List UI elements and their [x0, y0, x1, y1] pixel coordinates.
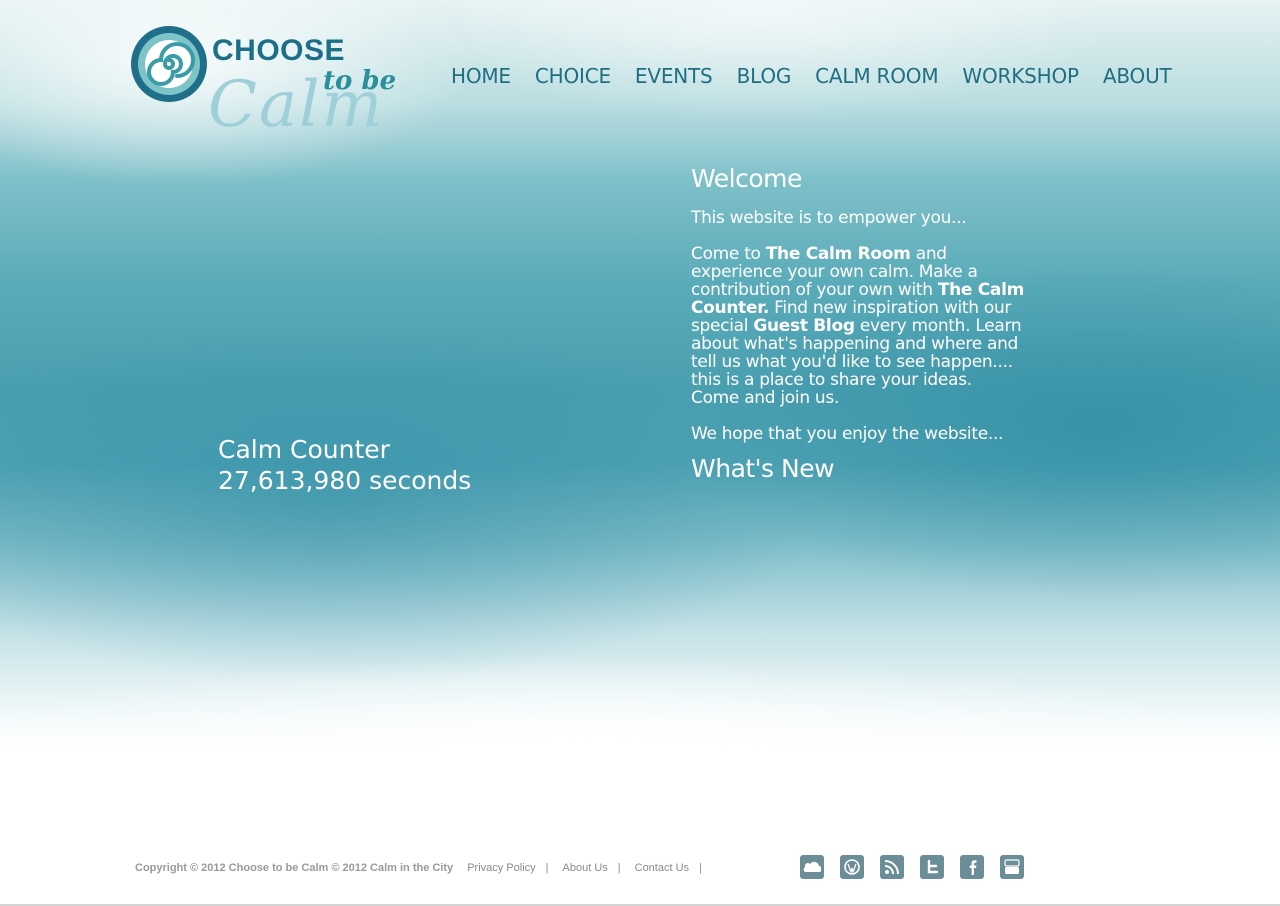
calm-counter-title: Calm Counter [218, 435, 390, 464]
footer-about-link[interactable]: About Us [563, 862, 608, 874]
soundcloud-icon[interactable] [800, 855, 824, 879]
nav-choice[interactable]: CHOICE [535, 64, 611, 88]
nav-home[interactable]: HOME [451, 64, 511, 88]
social-icons [800, 855, 1024, 879]
logo-text-choose: CHOOSE [212, 34, 346, 67]
footer-contact-link[interactable]: Contact Us [635, 862, 689, 874]
welcome-text: Come to [691, 244, 766, 264]
youtube-icon[interactable] [1000, 855, 1024, 879]
footer-separator: | [617, 862, 621, 874]
whats-new-heading: What's New [691, 454, 835, 483]
footer-privacy-link[interactable]: Privacy Policy [467, 862, 535, 874]
welcome-section: Welcome This website is to empower you..… [691, 163, 1041, 485]
calm-room-link[interactable]: The Calm Room [766, 244, 911, 264]
welcome-intro: This website is to empower you... [691, 208, 967, 228]
welcome-join: Come and join us. [691, 388, 840, 408]
nav-about[interactable]: ABOUT [1103, 64, 1172, 88]
twitter-icon[interactable] [920, 855, 944, 879]
welcome-enjoy: We hope that you enjoy the website... [691, 424, 1004, 444]
site-logo[interactable]: CHOOSE to be Calm [130, 22, 410, 148]
logo-text-calm: Calm [208, 68, 385, 142]
nav-events[interactable]: EVENTS [635, 64, 713, 88]
nav-workshop[interactable]: WORKSHOP [962, 64, 1079, 88]
facebook-icon[interactable] [960, 855, 984, 879]
nav-calm-room[interactable]: CALM ROOM [815, 64, 938, 88]
calm-counter-value: 27,613,980 seconds [218, 466, 472, 495]
calm-counter: Calm Counter 27,613,980 seconds [218, 434, 471, 496]
footer-separator: | [545, 862, 549, 874]
welcome-paragraph: Come to The Calm Room and experience you… [691, 245, 1041, 389]
wordpress-icon[interactable] [840, 855, 864, 879]
welcome-heading: Welcome [691, 164, 802, 193]
copyright-text: Copyright © 2012 Choose to be Calm © 201… [135, 862, 454, 874]
footer-separator: | [699, 862, 702, 874]
rss-icon[interactable] [880, 855, 904, 879]
main-nav: HOME CHOICE EVENTS BLOG CALM ROOM WORKSH… [451, 64, 1172, 88]
nav-blog[interactable]: BLOG [737, 64, 792, 88]
guest-blog-link[interactable]: Guest Blog [753, 316, 855, 336]
footer: Copyright © 2012 Choose to be Calm © 201… [135, 862, 702, 874]
spiral-logo-icon [131, 26, 207, 102]
